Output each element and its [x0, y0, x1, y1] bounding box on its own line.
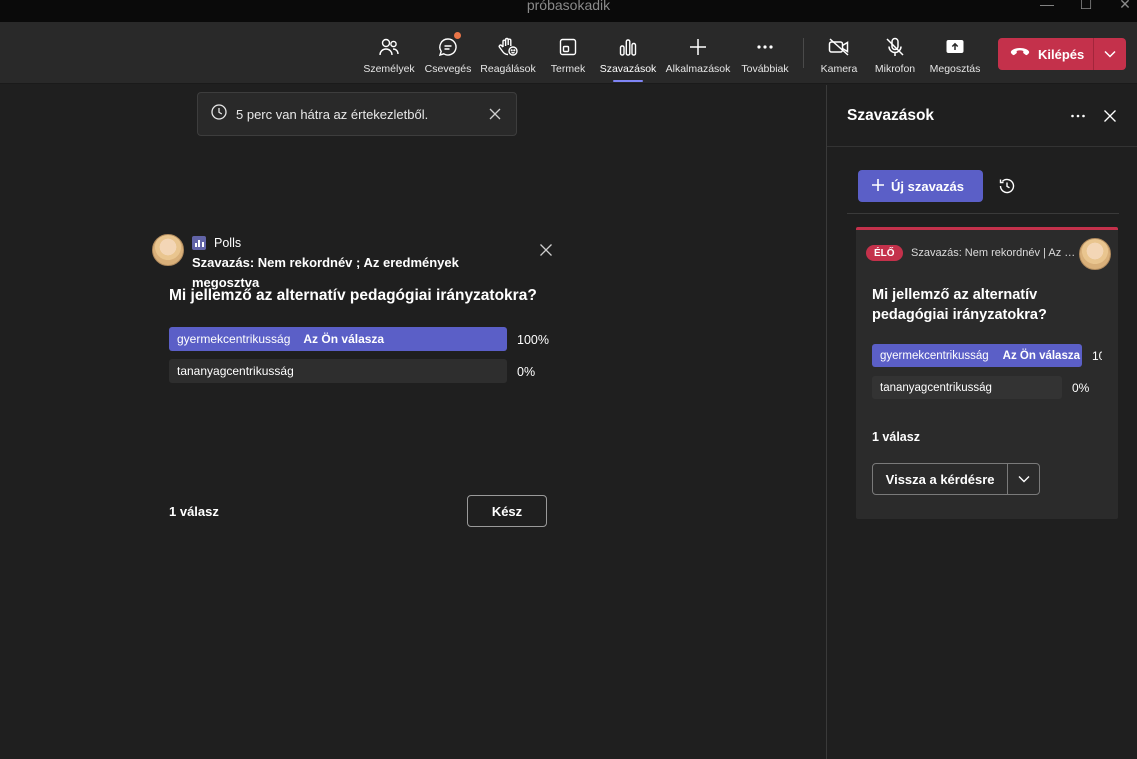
leave-label: Kilépés: [1038, 46, 1085, 62]
toolbar-mic-button[interactable]: Mikrofon: [871, 22, 919, 84]
raise-hand-icon: [496, 35, 520, 59]
panel-title: Szavazások: [847, 107, 935, 124]
toolbar-people-label: Személyek: [363, 63, 415, 75]
toolbar-mic-label: Mikrofon: [874, 63, 916, 75]
chat-notification-dot: [454, 32, 461, 39]
mic-off-icon: [883, 35, 907, 59]
meeting-time-toast: 5 perc van hátra az értekezletből.: [197, 92, 517, 136]
toolbar-more-label: Továbbiak: [741, 63, 789, 75]
window-title: próbasokadik: [526, 0, 611, 13]
chevron-down-icon: [1018, 470, 1030, 488]
toolbar-more-button[interactable]: Továbbiak: [739, 22, 791, 84]
toolbar-chat-label: Csevegés: [424, 63, 472, 75]
toolbar-polls-button[interactable]: Szavazások: [597, 22, 659, 84]
share-icon: [943, 35, 967, 59]
window-titlebar: próbasokadik — ☐ ✕: [0, 0, 1137, 22]
toolbar-share-label: Megosztás: [929, 63, 981, 75]
poll-card-response-count: 1 válasz: [872, 430, 920, 444]
maximize-button[interactable]: ☐: [1071, 0, 1101, 14]
poll-option-label: tananyagcentrikusság: [880, 381, 992, 394]
avatar: [1079, 238, 1111, 270]
panel-more-icon[interactable]: [1070, 109, 1086, 128]
poll-card-subtitle: Szavazás: Nem rekordnév | Az eredmények …: [911, 247, 1076, 259]
poll-option-label: gyermekcentrikusság: [880, 349, 989, 362]
back-to-question-group: Vissza a kérdésre: [872, 463, 1040, 495]
toolbar-polls-label: Szavazások: [599, 63, 657, 75]
toolbar-camera-button[interactable]: Kamera: [817, 22, 861, 84]
toolbar-separator: [803, 38, 804, 68]
toolbar-rooms-label: Termek: [550, 63, 586, 75]
toolbar-chat-button[interactable]: Csevegés: [422, 22, 474, 84]
hang-up-icon: [1010, 45, 1030, 63]
toolbar-people-button[interactable]: Személyek: [362, 22, 416, 84]
minimize-button[interactable]: —: [1032, 0, 1062, 14]
toolbar-reactions-button[interactable]: Reagálások: [478, 22, 538, 84]
plus-icon: [871, 178, 885, 195]
toolbar-apps-label: Alkalmazások: [665, 63, 731, 75]
polls-side-panel: Szavazások Új szavazás ÉLŐ Szavazás: Nem…: [826, 85, 1137, 759]
poll-close-icon[interactable]: [539, 243, 553, 262]
back-to-question-button[interactable]: Vissza a kérdésre: [873, 464, 1009, 494]
poll-option-1: gyermekcentrikusság Az Ön válasza: [169, 327, 507, 351]
poll-card-option-1: gyermekcentrikusság Az Ön válasza: [872, 344, 1082, 367]
leave-button[interactable]: Kilépés: [998, 38, 1094, 70]
poll-response-count: 1 válasz: [169, 504, 219, 519]
poll-app-header: Polls: [192, 236, 241, 250]
plus-icon: [686, 35, 710, 59]
people-icon: [377, 35, 401, 59]
poll-question: Mi jellemző az alternatív pedagógiai irá…: [169, 287, 537, 304]
poll-card-option-2: tananyagcentrikusság: [872, 376, 1062, 399]
live-badge: ÉLŐ: [866, 245, 903, 261]
done-button[interactable]: Kész: [467, 495, 547, 527]
rooms-icon: [556, 35, 580, 59]
poll-option-1-percent: 100%: [517, 333, 549, 347]
poll-card-option-1-percent: 100%: [1092, 349, 1102, 363]
live-poll-card: ÉLŐ Szavazás: Nem rekordnév | Az eredmén…: [856, 227, 1118, 519]
poll-card-option-2-percent: 0%: [1072, 381, 1090, 395]
panel-close-icon[interactable]: [1103, 109, 1117, 128]
polls-app-icon: [192, 236, 206, 250]
your-answer-badge: Az Ön válasza: [303, 332, 385, 346]
polls-icon: [616, 35, 640, 59]
camera-off-icon: [827, 35, 851, 59]
poll-card-question: Mi jellemző az alternatív pedagógiai irá…: [872, 287, 1047, 323]
toolbar-camera-label: Kamera: [820, 63, 858, 75]
poll-result-card: Polls Szavazás: Nem rekordnév ; Az eredm…: [152, 230, 562, 530]
chevron-down-icon: [1104, 45, 1116, 63]
panel-header: Szavazások: [827, 85, 1137, 147]
new-poll-button[interactable]: Új szavazás: [858, 170, 983, 202]
poll-option-2: tananyagcentrikusság: [169, 359, 507, 383]
history-icon[interactable]: [997, 176, 1017, 201]
active-tab-indicator: [613, 80, 643, 82]
poll-app-name: Polls: [214, 236, 242, 250]
avatar: [152, 234, 184, 266]
close-window-button[interactable]: ✕: [1110, 0, 1137, 14]
toolbar-rooms-button[interactable]: Termek: [544, 22, 592, 84]
your-answer-badge: Az Ön válasza: [1002, 349, 1080, 362]
toolbar-reactions-label: Reagálások: [480, 63, 536, 75]
leave-button-group: Kilépés: [998, 38, 1126, 70]
poll-option-label: gyermekcentrikusság: [177, 332, 291, 346]
toolbar-share-button[interactable]: Megosztás: [926, 22, 984, 84]
poll-option-2-percent: 0%: [517, 365, 536, 379]
new-poll-label: Új szavazás: [891, 178, 964, 194]
meeting-toolbar: Személyek Csevegés Reagálások Termek Sza…: [0, 22, 1137, 84]
leave-options-button[interactable]: [1094, 38, 1126, 70]
toast-close-icon[interactable]: [488, 107, 502, 126]
clock-icon: [210, 103, 228, 126]
panel-divider: [847, 213, 1119, 214]
poll-option-label: tananyagcentrikusság: [177, 364, 294, 378]
toolbar-apps-button[interactable]: Alkalmazások: [664, 22, 732, 84]
toast-message: 5 perc van hátra az értekezletből.: [236, 106, 429, 122]
more-icon: [753, 35, 777, 59]
back-options-button[interactable]: [1008, 464, 1039, 494]
